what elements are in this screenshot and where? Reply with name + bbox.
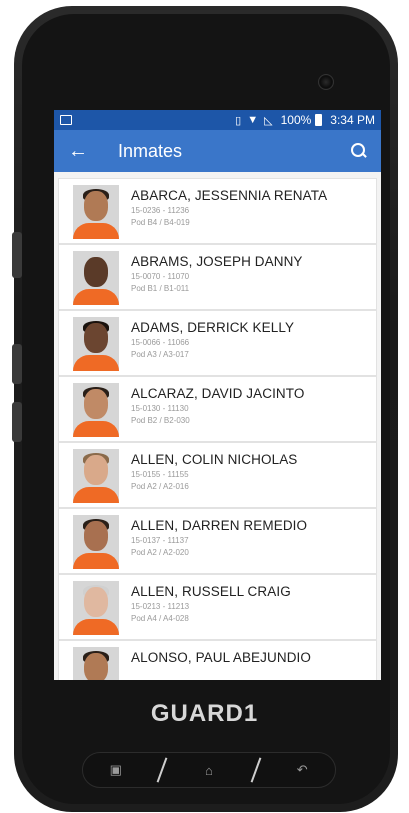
wifi-icon: ▼ (247, 114, 259, 126)
inmate-photo (73, 185, 119, 239)
inmate-name: ABARCA, JESSENNIA RENATA (131, 188, 328, 203)
battery-icon (315, 114, 323, 126)
inmate-name: ALLEN, COLIN NICHOLAS (131, 452, 298, 467)
camera-lens (318, 74, 334, 90)
inmate-photo (73, 581, 119, 635)
status-bar: ▯ ▼ ◺ 100% 3:34 PM (54, 110, 381, 130)
inmate-ids: 15-0066 - 11066 (131, 338, 190, 347)
inmate-photo (73, 449, 119, 503)
inmate-pod: Pod B1 / B1-011 (131, 284, 190, 293)
inmate-photo (73, 251, 119, 305)
nav-divider (157, 757, 168, 783)
brand-logo: GUARD1 (150, 700, 259, 727)
side-button-volume-up (12, 344, 22, 384)
nav-divider (250, 757, 261, 783)
inmate-ids: 15-0070 - 11070 (131, 272, 190, 281)
inmate-pod: Pod A4 / A4-028 (131, 614, 189, 623)
list-item[interactable]: ABARCA, JESSENNIA RENATA 15-0236 - 11236… (58, 178, 377, 244)
screen: ▯ ▼ ◺ 100% 3:34 PM ← Inmates ABARCA, JES… (54, 110, 381, 680)
list-item[interactable]: ALONSO, PAUL ABEJUNDIO (58, 640, 377, 680)
side-button-volume-down (12, 402, 22, 442)
inmate-pod: Pod A3 / A3-017 (131, 350, 189, 359)
hardware-nav-bar: ▣ ⌂ ↶ (82, 752, 336, 788)
no-signal-icon: ◺ (264, 114, 273, 127)
list-item[interactable]: ABRAMS, JOSEPH DANNY 15-0070 - 11070 Pod… (58, 244, 377, 310)
recent-apps-icon[interactable]: ▣ (96, 762, 136, 778)
list-item[interactable]: ADAMS, DERRICK KELLY 15-0066 - 11066 Pod… (58, 310, 377, 376)
inmate-ids: 15-0137 - 11137 (131, 536, 189, 545)
inmate-pod: Pod A2 / A2-020 (131, 548, 189, 557)
side-button-top (12, 232, 22, 278)
inmate-name: ALONSO, PAUL ABEJUNDIO (131, 650, 312, 665)
inmate-photo (73, 647, 119, 680)
back-arrow-icon[interactable]: ← (68, 140, 98, 163)
inmate-ids: 15-0236 - 11236 (131, 206, 190, 215)
inmate-ids: 15-0155 - 11155 (131, 470, 189, 479)
inmate-pod: Pod A2 / A2-016 (131, 482, 189, 491)
inmate-name: ABRAMS, JOSEPH DANNY (131, 254, 303, 269)
inmate-photo (73, 515, 119, 569)
home-icon[interactable]: ⌂ (189, 763, 229, 778)
app-bar: ← Inmates (54, 130, 381, 172)
inmate-pod: Pod B2 / B2-030 (131, 416, 190, 425)
inmate-ids: 15-0213 - 11213 (131, 602, 190, 611)
inmate-photo (73, 383, 119, 437)
inmate-ids: 15-0130 - 11130 (131, 404, 189, 413)
inmate-name: ALLEN, DARREN REMEDIO (131, 518, 308, 533)
list-item[interactable]: ALLEN, RUSSELL CRAIG 15-0213 - 11213 Pod… (58, 574, 377, 640)
status-time: 3:34 PM (330, 113, 375, 127)
search-icon[interactable] (351, 143, 367, 159)
inmate-pod: Pod B4 / B4-019 (131, 218, 190, 227)
list-item[interactable]: ALLEN, COLIN NICHOLAS 15-0155 - 11155 Po… (58, 442, 377, 508)
page-title: Inmates (118, 140, 183, 161)
inmate-list: ABARCA, JESSENNIA RENATA 15-0236 - 11236… (54, 172, 381, 680)
vibrate-icon: ▯ (235, 114, 242, 127)
back-icon[interactable]: ↶ (282, 762, 322, 778)
list-item[interactable]: ALCARAZ, DAVID JACINTO 15-0130 - 11130 P… (58, 376, 377, 442)
inmate-name: ALLEN, RUSSELL CRAIG (131, 584, 291, 599)
battery-percent: 100% (280, 113, 312, 127)
inmate-photo (73, 317, 119, 371)
inmate-name: ADAMS, DERRICK KELLY (131, 320, 295, 335)
inmate-name: ALCARAZ, DAVID JACINTO (131, 386, 305, 401)
image-notification-icon (60, 115, 72, 125)
list-item[interactable]: ALLEN, DARREN REMEDIO 15-0137 - 11137 Po… (58, 508, 377, 574)
